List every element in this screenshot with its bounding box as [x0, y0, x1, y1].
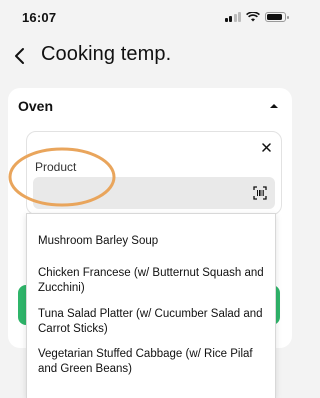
product-dropdown: Mushroom Barley Soup Chicken Francese (w…: [26, 213, 276, 398]
status-bar: 16:07: [0, 0, 300, 34]
close-button[interactable]: [259, 140, 273, 154]
wifi-icon: [246, 12, 260, 22]
highlight-annotation: [8, 147, 116, 207]
dropdown-option[interactable]: Vegetarian Stuffed Cabbage (w/ Rice Pila…: [38, 347, 268, 376]
back-button[interactable]: [8, 42, 30, 70]
back-arrow-icon: [15, 48, 24, 64]
chevron-up-icon[interactable]: [268, 100, 280, 112]
status-time: 16:07: [22, 10, 57, 25]
dropdown-option[interactable]: Mushroom Barley Soup: [38, 234, 268, 249]
dropdown-option[interactable]: Tuna Salad Platter (w/ Cucumber Salad an…: [38, 307, 268, 336]
close-icon: [261, 142, 271, 152]
battery-icon: [265, 12, 289, 22]
signal-icon: [224, 12, 241, 22]
oven-section-label[interactable]: Oven: [18, 98, 53, 114]
header: Cooking temp.: [0, 38, 300, 74]
page-title: Cooking temp.: [41, 43, 172, 65]
status-icons: [224, 12, 289, 22]
barcode-scan-icon[interactable]: [253, 186, 267, 200]
dropdown-option[interactable]: Chicken Francese (w/ Butternut Squash an…: [38, 266, 268, 295]
